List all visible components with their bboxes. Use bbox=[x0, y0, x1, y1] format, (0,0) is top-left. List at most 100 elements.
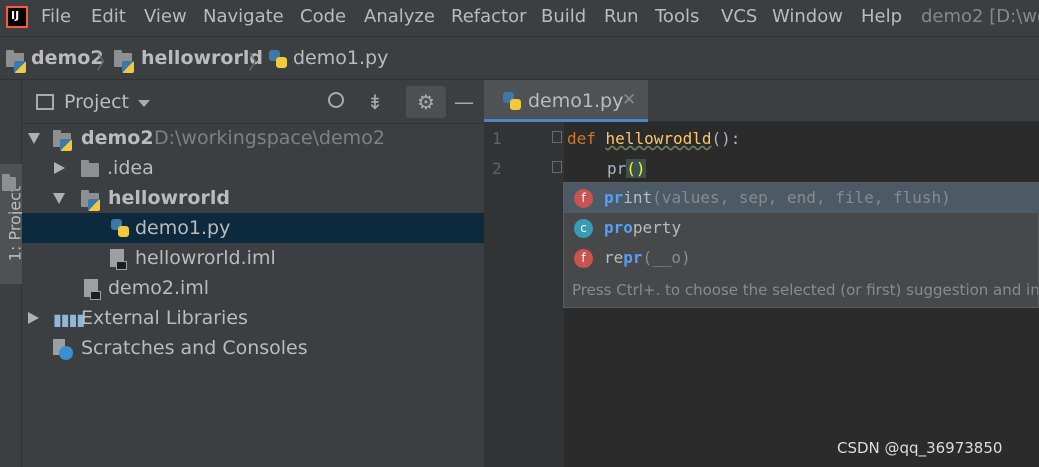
tree-item-external-libraries[interactable]: ▮▮▮▮ External Libraries bbox=[22, 303, 484, 333]
completion-item-print[interactable]: f print(values, sep, end, file, flush) bbox=[564, 183, 1039, 213]
menu-code[interactable]: Code bbox=[300, 6, 346, 27]
collapse-all-icon[interactable]: ⇟ bbox=[365, 92, 385, 112]
tree-item-demo2-iml[interactable]: demo2.iml bbox=[22, 273, 484, 303]
intellij-logo-icon bbox=[6, 6, 28, 28]
fold-marker-icon[interactable] bbox=[552, 131, 562, 143]
menu-edit[interactable]: Edit bbox=[91, 6, 126, 27]
project-panel-header: Project ⇟ ⚙ — bbox=[22, 80, 484, 124]
tree-label: demo1.py bbox=[135, 217, 231, 239]
breadcrumb-demo1-py[interactable]: demo1.py bbox=[293, 47, 388, 69]
python-file-icon bbox=[110, 218, 130, 238]
keyword: def bbox=[567, 129, 596, 148]
locate-target-icon[interactable] bbox=[328, 92, 344, 108]
tree-item-demo2[interactable]: demo2 D:\workingspace\demo2 bbox=[22, 123, 484, 153]
breadcrumb-hellowrorld[interactable]: hellowrorld bbox=[141, 47, 263, 69]
breadcrumb: demo2 〉 hellowrorld 〉 demo1.py bbox=[0, 36, 1039, 80]
folder-icon bbox=[2, 174, 16, 191]
expand-arrow-icon[interactable] bbox=[53, 193, 65, 204]
window-icon bbox=[36, 94, 54, 110]
collapse-arrow-icon[interactable] bbox=[54, 162, 65, 174]
function-name: hellowrodld bbox=[605, 129, 712, 148]
gutter: 1 2 bbox=[484, 122, 564, 467]
code-line-2[interactable]: pr() bbox=[607, 159, 646, 178]
tab-label: demo1.py bbox=[528, 90, 624, 112]
menu-file[interactable]: File bbox=[41, 6, 71, 27]
completion-hint: Press Ctrl+. to choose the selected (or … bbox=[572, 281, 1038, 299]
menu-refactor[interactable]: Refactor bbox=[451, 6, 527, 27]
collapse-arrow-icon[interactable] bbox=[28, 312, 39, 324]
function-kind-icon: f bbox=[574, 249, 593, 268]
tree-item-hellowrorld[interactable]: hellowrorld bbox=[22, 183, 484, 213]
tree-item-hellowrorld-iml[interactable]: hellowrorld.iml bbox=[22, 243, 484, 273]
python-badge-icon bbox=[122, 61, 134, 73]
menu-run[interactable]: Run bbox=[604, 6, 639, 27]
match-text: pro bbox=[604, 218, 633, 237]
code-punctuation: (): bbox=[711, 129, 741, 148]
completion-popup: f print(values, sep, end, file, flush) c… bbox=[563, 182, 1039, 308]
tool-window-strip: 1: Project bbox=[0, 80, 25, 467]
tree-label: hellowrorld.iml bbox=[135, 247, 276, 269]
library-icon: ▮▮▮▮ bbox=[53, 310, 85, 329]
breadcrumb-separator-icon: 〉 bbox=[248, 50, 268, 74]
menu-vcs[interactable]: VCS bbox=[721, 6, 757, 27]
clock-icon bbox=[59, 346, 73, 360]
completion-text: print(values, sep, end, file, flush) bbox=[604, 188, 951, 207]
fold-marker-icon[interactable] bbox=[552, 161, 562, 173]
line-number: 1 bbox=[492, 129, 502, 148]
paren-pair: () bbox=[626, 159, 646, 178]
settings-button[interactable]: ⚙ bbox=[406, 86, 446, 118]
python-badge-icon bbox=[88, 199, 100, 211]
menu-build[interactable]: Build bbox=[541, 6, 586, 27]
rest-text: perty bbox=[632, 218, 682, 237]
iml-file-icon bbox=[110, 249, 127, 270]
rest-text: int bbox=[623, 188, 653, 207]
python-badge-icon bbox=[60, 139, 72, 151]
menu-view[interactable]: View bbox=[144, 6, 187, 27]
tree-item-idea[interactable]: .idea bbox=[22, 153, 484, 183]
hide-icon[interactable]: — bbox=[454, 92, 474, 112]
python-badge-icon bbox=[14, 61, 26, 73]
completion-item-property[interactable]: c property bbox=[564, 213, 1039, 243]
menu-navigate[interactable]: Navigate bbox=[203, 6, 284, 27]
code-line-1[interactable]: def hellowrodld(): bbox=[567, 129, 740, 148]
line-number: 2 bbox=[492, 159, 502, 178]
params-text: (__o) bbox=[642, 248, 691, 267]
project-view-selector[interactable]: Project bbox=[64, 91, 129, 113]
match-text: pr bbox=[623, 248, 643, 267]
params-text: (values, sep, end, file, flush) bbox=[652, 188, 951, 207]
typed-text: pr bbox=[607, 159, 627, 178]
python-file-icon bbox=[502, 91, 522, 111]
breadcrumb-demo2[interactable]: demo2 bbox=[31, 47, 104, 69]
menu-window[interactable]: Window bbox=[772, 6, 843, 27]
menu-help[interactable]: Help bbox=[861, 6, 902, 27]
tree-label: .idea bbox=[107, 157, 154, 179]
completion-text: property bbox=[604, 218, 681, 237]
tree-label: demo2.iml bbox=[108, 277, 210, 299]
close-icon[interactable]: ✕ bbox=[622, 90, 636, 110]
tab-demo1-py[interactable]: demo1.py ✕ bbox=[484, 80, 648, 122]
tree-item-scratches[interactable]: Scratches and Consoles bbox=[22, 333, 484, 363]
watermark: CSDN @qq_36973850 bbox=[837, 439, 1003, 457]
python-file-icon bbox=[268, 49, 288, 69]
breadcrumb-separator-icon: 〉 bbox=[96, 50, 116, 74]
menu-bar: File Edit View Navigate Code Analyze Ref… bbox=[0, 0, 1039, 36]
tree-label: External Libraries bbox=[81, 307, 248, 329]
function-kind-icon: f bbox=[574, 189, 593, 208]
tree-label: Scratches and Consoles bbox=[81, 337, 308, 359]
expand-arrow-icon[interactable] bbox=[28, 133, 40, 144]
project-path: D:\workingspace\demo2 bbox=[154, 127, 385, 149]
tree-item-demo1-py[interactable]: demo1.py bbox=[22, 213, 484, 243]
window-title: demo2 [D:\wo bbox=[921, 6, 1039, 27]
completion-text: repr(__o) bbox=[604, 248, 691, 267]
chevron-down-icon[interactable] bbox=[138, 100, 150, 107]
iml-file-icon bbox=[84, 279, 101, 300]
completion-item-repr[interactable]: f repr(__o) bbox=[564, 243, 1039, 273]
menu-analyze[interactable]: Analyze bbox=[364, 6, 435, 27]
tree-label: hellowrorld bbox=[108, 187, 230, 209]
gear-icon: ⚙ bbox=[417, 90, 435, 114]
class-kind-icon: c bbox=[574, 219, 593, 238]
menu-tools[interactable]: Tools bbox=[655, 6, 699, 27]
editor-tab-bar: demo1.py ✕ bbox=[484, 80, 1039, 122]
folder-icon bbox=[81, 160, 99, 177]
match-text: pr bbox=[604, 188, 624, 207]
